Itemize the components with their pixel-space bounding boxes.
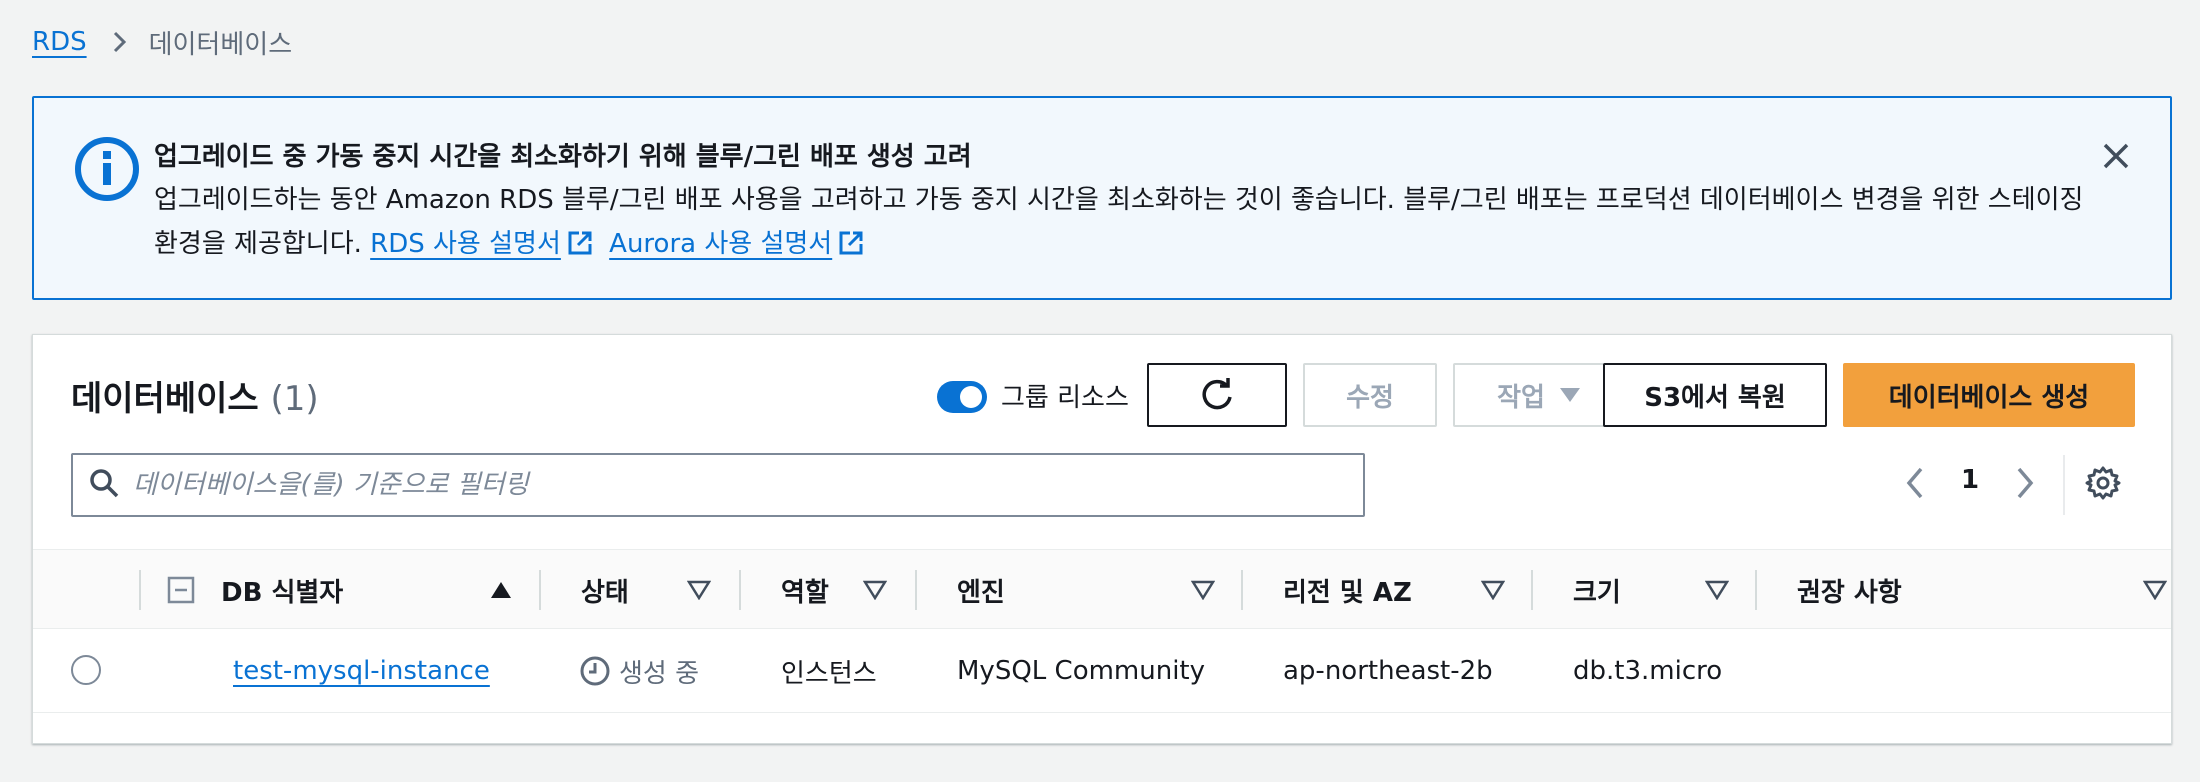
refresh-icon xyxy=(1202,378,1232,410)
caret-down-icon xyxy=(1559,380,1581,410)
create-database-button[interactable]: 데이터베이스 생성 xyxy=(1843,363,2135,427)
close-icon[interactable] xyxy=(2094,134,2138,178)
gear-icon[interactable] xyxy=(2085,465,2121,505)
databases-panel: 데이터베이스 (1) 그룹 리소스 수정 작업 S3에서 복원 데이터베이스 생… xyxy=(32,334,2172,744)
column-header-engine[interactable]: 엔진 xyxy=(957,550,1005,630)
sort-icon[interactable] xyxy=(862,580,888,604)
clock-icon xyxy=(579,655,611,687)
breadcrumb: RDS 데이터베이스 xyxy=(32,22,292,62)
sort-icon[interactable] xyxy=(2142,580,2168,604)
column-header-size[interactable]: 크기 xyxy=(1573,550,1621,630)
panel-title: 데이터베이스 (1) xyxy=(71,371,319,420)
rds-guide-link[interactable]: RDS 사용 설명서 xyxy=(370,229,561,259)
chevron-right-icon xyxy=(113,31,127,53)
collapse-all-icon[interactable] xyxy=(167,550,195,630)
column-header-status[interactable]: 상태 xyxy=(581,550,629,630)
table-header: DB 식별자 상태 역할 엔진 리전 및 AZ 크기 권장 사항 xyxy=(33,549,2171,629)
status-text: 생성 중 xyxy=(619,658,700,689)
filter-input[interactable] xyxy=(133,470,1313,500)
search-icon xyxy=(89,468,119,502)
region-az-cell: ap-northeast-2b xyxy=(1283,656,1493,686)
filter-search xyxy=(71,453,1365,517)
pagination-divider xyxy=(2063,455,2065,515)
page-number[interactable]: 1 xyxy=(1955,465,1985,495)
actions-button-label: 작업 xyxy=(1497,382,1545,413)
restore-from-s3-button[interactable]: S3에서 복원 xyxy=(1603,363,1827,427)
panel-title-text: 데이터베이스 xyxy=(71,379,259,419)
sort-icon[interactable] xyxy=(1480,580,1506,604)
table-row: test-mysql-instance 생성 중 인스턴스 MySQL Comm… xyxy=(33,629,2171,713)
column-header-recommendations[interactable]: 권장 사항 xyxy=(1797,550,1902,630)
panel-count: (1) xyxy=(270,379,319,419)
group-resources-label: 그룹 리소스 xyxy=(1001,383,1129,413)
status-cell: 생성 중 xyxy=(579,629,699,713)
column-divider xyxy=(1241,570,1243,610)
group-resources-toggle[interactable] xyxy=(937,381,987,413)
role-cell: 인스턴스 xyxy=(781,658,877,689)
info-icon xyxy=(74,136,140,202)
column-divider xyxy=(739,570,741,610)
actions-button[interactable]: 작업 xyxy=(1453,363,1625,427)
sort-icon[interactable] xyxy=(1190,580,1216,604)
column-divider xyxy=(1755,570,1757,610)
engine-cell: MySQL Community xyxy=(957,656,1206,686)
next-page-icon[interactable] xyxy=(2013,465,2037,505)
size-cell: db.t3.micro xyxy=(1573,656,1723,686)
column-header-role[interactable]: 역할 xyxy=(781,550,829,630)
column-divider xyxy=(139,570,141,610)
sort-icon[interactable] xyxy=(686,580,712,604)
row-select-radio[interactable] xyxy=(71,655,101,685)
db-identifier-link[interactable]: test-mysql-instance xyxy=(233,656,490,686)
info-banner: 업그레이드 중 가동 중지 시간을 최소화하기 위해 블루/그린 배포 생성 고… xyxy=(32,96,2172,300)
sort-ascending-icon[interactable] xyxy=(489,580,513,604)
column-divider xyxy=(539,570,541,610)
aurora-guide-link[interactable]: Aurora 사용 설명서 xyxy=(609,229,832,259)
banner-body: 업그레이드하는 동안 Amazon RDS 블루/그린 배포 사용을 고려하고 … xyxy=(154,178,2094,270)
column-divider xyxy=(1531,570,1533,610)
external-link-icon xyxy=(567,226,593,270)
breadcrumb-current: 데이터베이스 xyxy=(148,29,293,60)
column-divider xyxy=(915,570,917,610)
refresh-button[interactable] xyxy=(1147,363,1287,427)
breadcrumb-rds-link[interactable]: RDS xyxy=(32,27,87,57)
external-link-icon xyxy=(838,226,864,270)
modify-button[interactable]: 수정 xyxy=(1303,363,1437,427)
column-header-region-az[interactable]: 리전 및 AZ xyxy=(1283,550,1412,630)
previous-page-icon[interactable] xyxy=(1903,465,1927,505)
column-header-db-id[interactable]: DB 식별자 xyxy=(221,550,343,630)
sort-icon[interactable] xyxy=(1704,580,1730,604)
banner-title: 업그레이드 중 가동 중지 시간을 최소화하기 위해 블루/그린 배포 생성 고… xyxy=(154,142,972,172)
